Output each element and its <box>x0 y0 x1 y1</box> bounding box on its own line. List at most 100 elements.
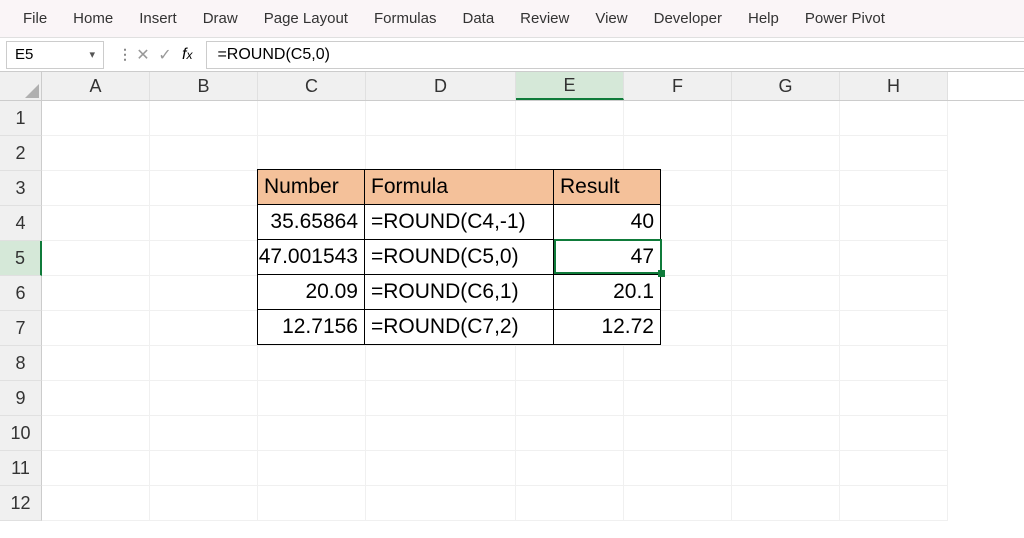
col-header-D[interactable]: D <box>366 72 516 100</box>
row-header-3[interactable]: 3 <box>0 171 42 206</box>
cell-c5[interactable]: 47.001543 <box>257 239 365 275</box>
cell[interactable] <box>150 206 258 241</box>
cell-c4[interactable]: 35.65864 <box>257 204 365 240</box>
cell[interactable] <box>732 206 840 241</box>
col-header-C[interactable]: C <box>258 72 366 100</box>
cell[interactable] <box>840 486 948 521</box>
cell[interactable] <box>840 346 948 381</box>
cell[interactable] <box>840 451 948 486</box>
cell[interactable] <box>258 416 366 451</box>
cell[interactable] <box>150 276 258 311</box>
row-header-6[interactable]: 6 <box>0 276 42 311</box>
ribbon-tab-view[interactable]: View <box>582 6 640 31</box>
cell[interactable] <box>258 451 366 486</box>
cell[interactable] <box>42 241 150 276</box>
cell-e5[interactable]: 47 <box>553 239 661 275</box>
cell[interactable] <box>366 486 516 521</box>
cell[interactable] <box>42 136 150 171</box>
cell[interactable] <box>42 171 150 206</box>
cell[interactable] <box>42 381 150 416</box>
cell[interactable] <box>150 311 258 346</box>
cancel-icon[interactable]: ✕ <box>132 45 154 65</box>
ribbon-tab-draw[interactable]: Draw <box>190 6 251 31</box>
cell[interactable] <box>42 416 150 451</box>
ribbon-tab-insert[interactable]: Insert <box>126 6 190 31</box>
cell-c6[interactable]: 20.09 <box>257 274 365 310</box>
row-header-11[interactable]: 11 <box>0 451 42 486</box>
ribbon-tab-help[interactable]: Help <box>735 6 792 31</box>
cell[interactable] <box>516 346 624 381</box>
cell[interactable] <box>42 206 150 241</box>
cell[interactable] <box>42 101 150 136</box>
cell[interactable] <box>258 136 366 171</box>
cell[interactable] <box>732 416 840 451</box>
cell[interactable] <box>366 101 516 136</box>
ribbon-tab-formulas[interactable]: Formulas <box>361 6 450 31</box>
cell[interactable] <box>624 346 732 381</box>
col-header-H[interactable]: H <box>840 72 948 100</box>
cell[interactable] <box>258 486 366 521</box>
cell[interactable] <box>258 346 366 381</box>
cell[interactable] <box>732 311 840 346</box>
col-header-A[interactable]: A <box>42 72 150 100</box>
col-header-E[interactable]: E <box>516 72 624 100</box>
row-header-7[interactable]: 7 <box>0 311 42 346</box>
cell[interactable] <box>624 486 732 521</box>
row-header-5[interactable]: 5 <box>0 241 42 276</box>
cell[interactable] <box>150 101 258 136</box>
cell[interactable] <box>840 171 948 206</box>
cell[interactable] <box>732 241 840 276</box>
cell[interactable] <box>42 346 150 381</box>
cell-e7[interactable]: 12.72 <box>553 309 661 345</box>
cell[interactable] <box>150 136 258 171</box>
cell[interactable] <box>516 101 624 136</box>
cell[interactable] <box>258 101 366 136</box>
formula-input[interactable]: =ROUND(C5,0) <box>206 41 1024 69</box>
cell[interactable] <box>624 416 732 451</box>
row-header-8[interactable]: 8 <box>0 346 42 381</box>
row-header-2[interactable]: 2 <box>0 136 42 171</box>
cell[interactable] <box>150 171 258 206</box>
cell[interactable] <box>732 171 840 206</box>
cell[interactable] <box>624 136 732 171</box>
ribbon-tab-home[interactable]: Home <box>60 6 126 31</box>
cell[interactable] <box>840 241 948 276</box>
table-header-formula[interactable]: Formula <box>364 169 554 205</box>
row-header-1[interactable]: 1 <box>0 101 42 136</box>
cell[interactable] <box>840 416 948 451</box>
cell[interactable] <box>732 486 840 521</box>
cell[interactable] <box>624 381 732 416</box>
row-header-12[interactable]: 12 <box>0 486 42 521</box>
row-header-9[interactable]: 9 <box>0 381 42 416</box>
cell[interactable] <box>150 486 258 521</box>
cell[interactable] <box>150 241 258 276</box>
row-header-4[interactable]: 4 <box>0 206 42 241</box>
cell[interactable] <box>366 136 516 171</box>
cell[interactable] <box>366 346 516 381</box>
cell[interactable] <box>840 276 948 311</box>
cell[interactable] <box>150 451 258 486</box>
col-header-F[interactable]: F <box>624 72 732 100</box>
cell[interactable] <box>840 136 948 171</box>
fill-handle[interactable] <box>658 270 665 277</box>
cell[interactable] <box>42 451 150 486</box>
cell[interactable] <box>840 101 948 136</box>
cell-e4[interactable]: 40 <box>553 204 661 240</box>
ribbon-tab-power-pivot[interactable]: Power Pivot <box>792 6 898 31</box>
cell[interactable] <box>732 276 840 311</box>
cell[interactable] <box>732 346 840 381</box>
fx-icon[interactable]: fx <box>182 46 192 64</box>
select-all-corner[interactable] <box>0 72 42 100</box>
cell-d6[interactable]: =ROUND(C6,1) <box>364 274 554 310</box>
cell[interactable] <box>624 101 732 136</box>
ribbon-tab-data[interactable]: Data <box>449 6 507 31</box>
table-header-number[interactable]: Number <box>257 169 365 205</box>
cell[interactable] <box>150 416 258 451</box>
row-header-10[interactable]: 10 <box>0 416 42 451</box>
cell[interactable] <box>516 416 624 451</box>
ribbon-tab-developer[interactable]: Developer <box>641 6 735 31</box>
cell[interactable] <box>732 136 840 171</box>
cell[interactable] <box>840 311 948 346</box>
cell[interactable] <box>840 206 948 241</box>
col-header-G[interactable]: G <box>732 72 840 100</box>
